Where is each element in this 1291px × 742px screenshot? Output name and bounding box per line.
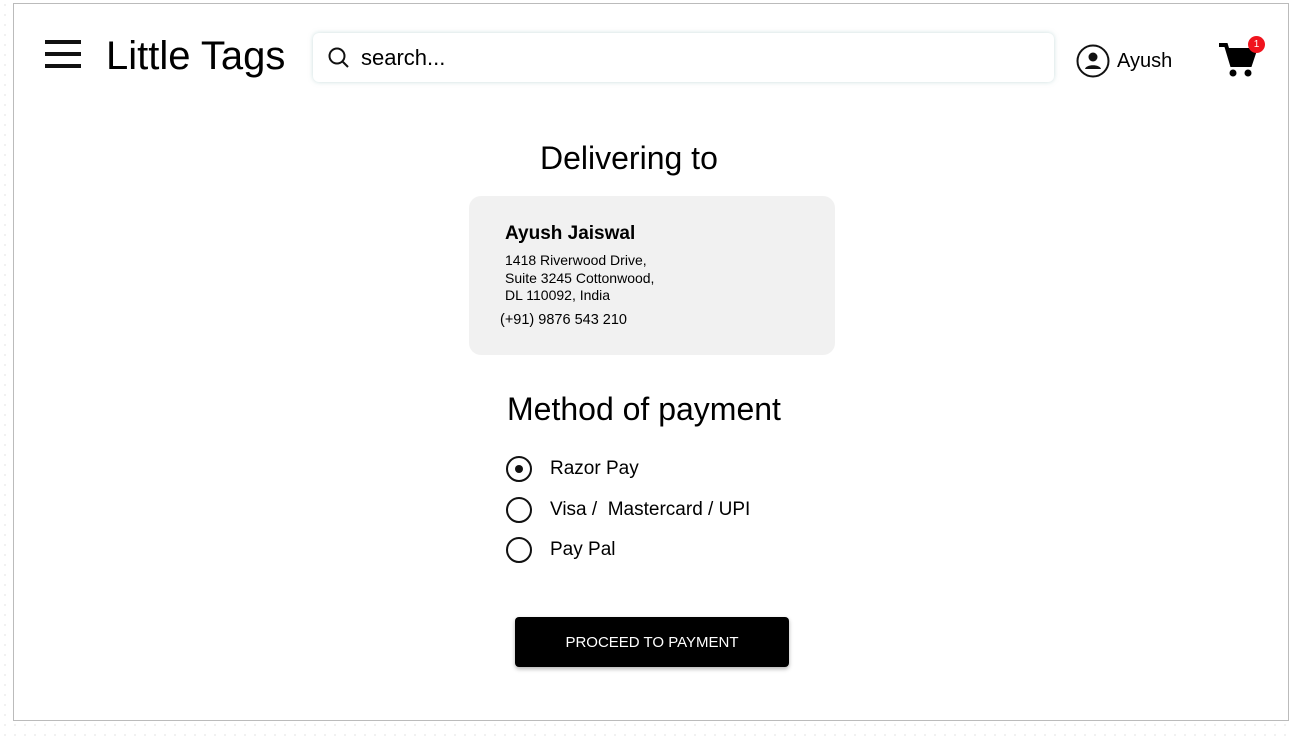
payment-option-card-upi[interactable]: Visa / Mastercard / UPI <box>506 497 750 523</box>
user-icon <box>1076 44 1110 78</box>
radio[interactable] <box>506 497 532 523</box>
search-icon <box>328 47 349 68</box>
page-frame: Little Tags search... Ayush 1 Delivering… <box>13 3 1289 721</box>
address-line: 1418 Riverwood Drive, <box>505 252 647 268</box>
option-label: Pay Pal <box>550 539 616 560</box>
cart-button[interactable]: 1 <box>1217 36 1265 80</box>
user-account-button[interactable]: Ayush <box>1076 44 1172 78</box>
cart-count-badge: 1 <box>1248 36 1265 53</box>
option-label: Visa / Mastercard / UPI <box>550 499 751 520</box>
radio[interactable] <box>506 537 532 563</box>
payment-option-paypal[interactable]: Pay Pal <box>506 537 615 563</box>
search-input[interactable]: search... <box>313 33 1054 82</box>
radio-selected[interactable] <box>506 456 532 482</box>
search-placeholder: search... <box>361 44 446 70</box>
payment-heading: Method of payment <box>507 391 781 427</box>
address: 1418 Riverwood Drive, Suite 3245 Cottonw… <box>505 252 654 305</box>
delivering-heading: Delivering to <box>540 140 718 176</box>
option-label: Razor Pay <box>550 458 639 479</box>
app-logo[interactable]: Little Tags <box>106 34 285 79</box>
address-card[interactable]: Ayush Jaiswal 1418 Riverwood Drive, Suit… <box>469 196 835 355</box>
recipient-name: Ayush Jaiswal <box>505 223 636 244</box>
address-line: DL 110092, India <box>505 287 611 303</box>
address-line: Suite 3245 Cottonwood, <box>505 269 655 286</box>
payment-option-razorpay[interactable]: Razor Pay <box>506 456 639 482</box>
user-name: Ayush <box>1117 49 1173 72</box>
proceed-to-payment-button[interactable]: PROCEED TO PAYMENT <box>515 617 789 667</box>
hamburger-menu-icon[interactable] <box>45 40 81 76</box>
phone-number: (+91) 9876 543 210 <box>500 312 627 328</box>
